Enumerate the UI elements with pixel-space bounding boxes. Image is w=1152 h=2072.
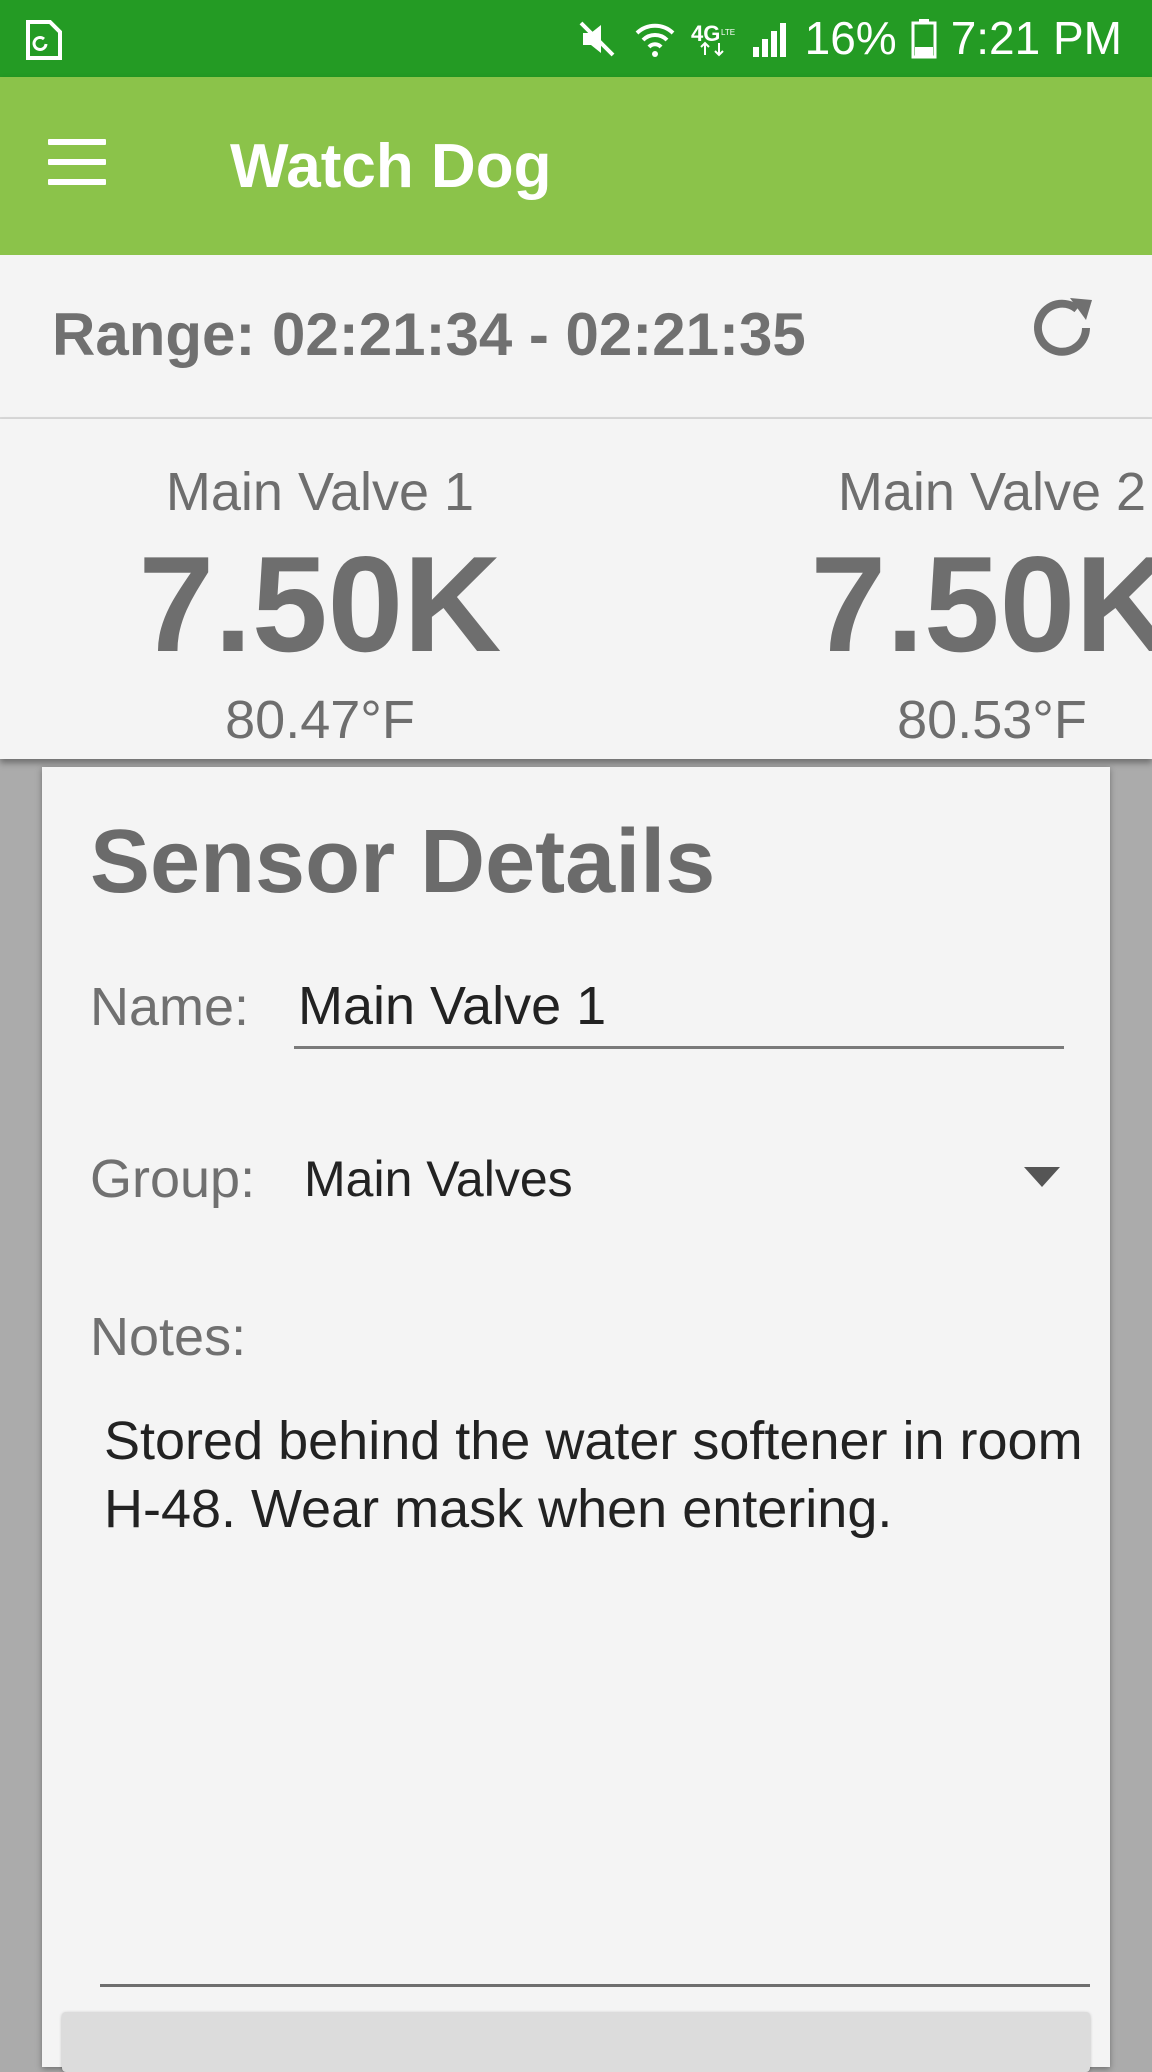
name-field[interactable]	[294, 965, 1064, 1049]
sensor-name: Main Valve 2	[837, 462, 1147, 522]
network-sub-label: LTE	[721, 28, 735, 37]
signal-icon	[752, 22, 786, 57]
status-icons: 4G LTE 16% 7:21 PM	[575, 0, 1122, 77]
notes-label: Notes:	[90, 1307, 247, 1367]
sensor-name: Main Valve 1	[165, 462, 475, 522]
sensor-value: 7.50K	[810, 528, 1152, 680]
notes-field[interactable]: Stored behind the water softener in room…	[100, 1407, 1090, 1987]
sensor-value: 7.50K	[138, 528, 502, 680]
battery-percent: 16%	[804, 12, 897, 64]
sensor-details-card: Sensor Details Name: Group: Main Valves …	[42, 767, 1110, 2072]
network-type-label: 4G	[691, 21, 720, 46]
status-time: 7:21 PM	[950, 12, 1122, 64]
sensor-temperature: 80.53°F	[897, 690, 1087, 750]
network-4g-lte-icon: 4G LTE	[691, 21, 735, 56]
sensor-carousel[interactable]: Main Valve 1 7.50K 80.47°F Main Valve 2 …	[0, 419, 1152, 759]
battery-icon	[911, 18, 937, 58]
group-selected-value: Main Valves	[304, 1151, 573, 1207]
hamburger-menu-icon[interactable]	[38, 129, 118, 199]
status-bar: 4G LTE 16% 7:21 PM	[0, 0, 1152, 77]
screen-capture-icon	[26, 20, 62, 60]
sensor-temperature: 80.47°F	[225, 690, 415, 750]
sensor-details-title: Sensor Details	[90, 812, 716, 912]
range-bar: Range: 02:21:34 - 02:21:35	[0, 255, 1152, 419]
action-button[interactable]	[62, 2012, 1090, 2072]
refresh-icon[interactable]	[1022, 288, 1102, 368]
name-label: Name:	[90, 977, 250, 1037]
group-label: Group:	[90, 1149, 256, 1209]
wifi-icon	[635, 23, 674, 57]
app-title: Watch Dog	[230, 132, 552, 201]
group-dropdown[interactable]: Main Valves	[304, 1139, 1094, 1219]
range-label: Range: 02:21:34 - 02:21:35	[52, 301, 806, 368]
dropdown-arrow-icon	[1024, 1167, 1060, 1187]
app-bar: Watch Dog	[0, 77, 1152, 255]
mute-icon	[579, 21, 615, 56]
